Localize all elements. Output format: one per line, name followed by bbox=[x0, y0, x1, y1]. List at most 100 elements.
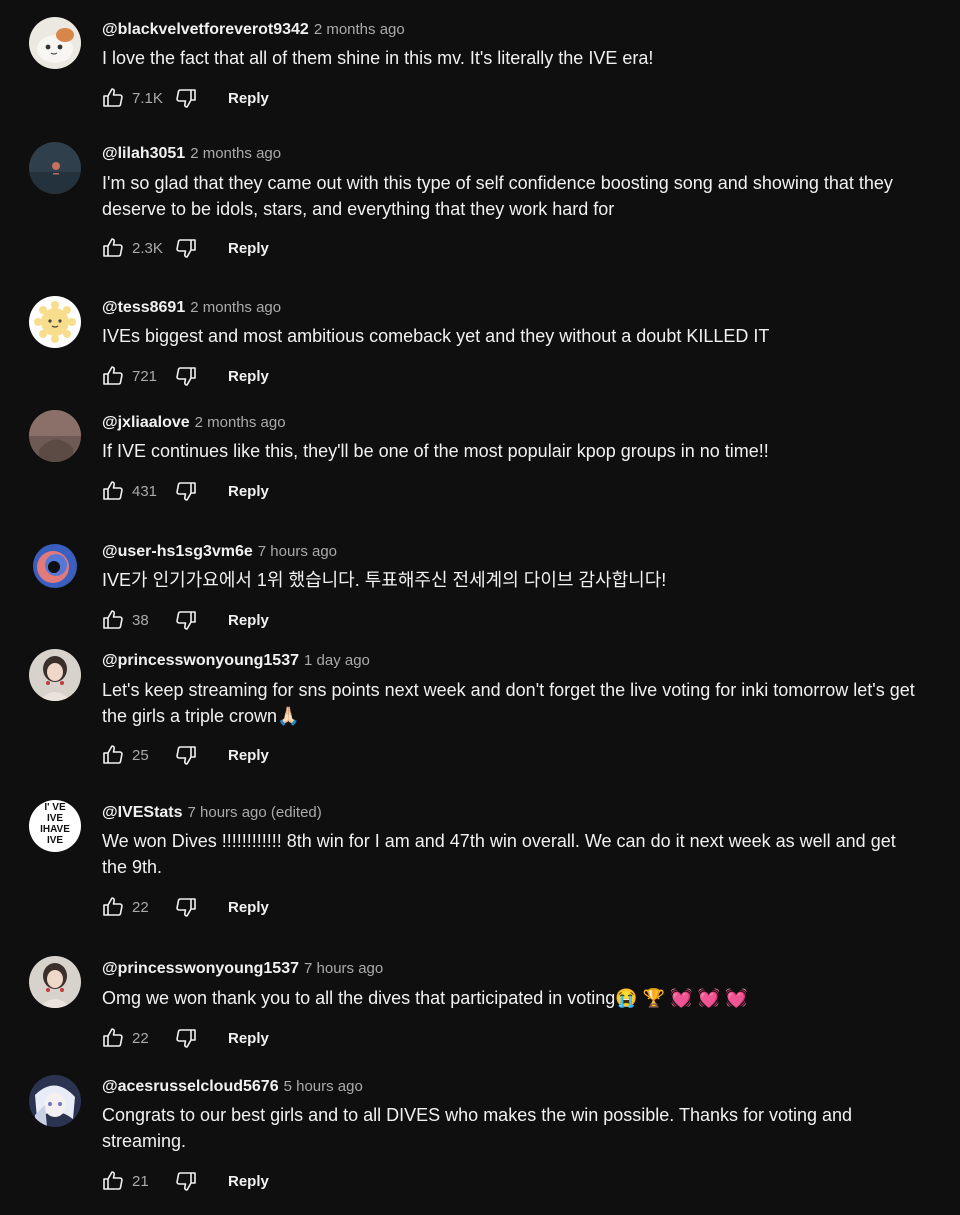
avatar[interactable] bbox=[29, 540, 81, 592]
thumbs-down-icon bbox=[176, 746, 196, 765]
avatar[interactable] bbox=[29, 296, 81, 348]
comment-author[interactable]: @tess8691 bbox=[102, 299, 185, 316]
reply-button[interactable]: Reply bbox=[228, 240, 269, 257]
reply-button[interactable]: Reply bbox=[228, 1173, 269, 1190]
comment-time[interactable]: 7 hours ago bbox=[304, 960, 383, 977]
like-button[interactable] bbox=[99, 741, 127, 769]
comment-time[interactable]: 2 months ago bbox=[190, 299, 281, 316]
swirl-avatar-image bbox=[29, 540, 81, 592]
dislike-button[interactable] bbox=[172, 477, 200, 505]
like-count: 22 bbox=[132, 898, 149, 916]
avatar[interactable] bbox=[29, 17, 81, 69]
comment-author[interactable]: @user-hs1sg3vm6e bbox=[102, 543, 253, 560]
like-count: 431 bbox=[132, 482, 158, 500]
like-button[interactable] bbox=[99, 606, 127, 634]
avatar[interactable] bbox=[29, 410, 81, 462]
avatar-text-line: IVE bbox=[46, 835, 64, 846]
photo-avatar-image bbox=[29, 410, 81, 462]
comment-author[interactable]: @princesswonyoung1537 bbox=[102, 652, 299, 669]
comment-actions: 22 Reply bbox=[99, 892, 269, 922]
comment-emoji: 😭 🏆 💓 💓 💓 bbox=[615, 988, 748, 1008]
comment-header: @tess8691 2 months ago bbox=[102, 298, 281, 318]
comment-time[interactable]: 7 hours ago (edited) bbox=[188, 804, 322, 821]
thumbs-up-icon bbox=[103, 481, 123, 500]
comment-time[interactable]: 2 months ago bbox=[195, 414, 286, 431]
comment-header: @princesswonyoung1537 7 hours ago bbox=[102, 959, 383, 979]
comment-author[interactable]: @acesrusselcloud5676 bbox=[102, 1078, 279, 1095]
thumbs-up-icon bbox=[103, 745, 123, 764]
dislike-button[interactable] bbox=[172, 84, 200, 112]
like-button[interactable] bbox=[99, 1167, 127, 1195]
dislike-button[interactable] bbox=[172, 234, 200, 262]
reply-button[interactable]: Reply bbox=[228, 90, 269, 107]
comment-actions: 7.1K Reply bbox=[99, 83, 269, 113]
ive-text-logo: I' VE IVE IHAVE IVE bbox=[29, 802, 81, 846]
dislike-button[interactable] bbox=[172, 362, 200, 390]
sun-character-avatar-image bbox=[29, 296, 81, 348]
comment-time[interactable]: 7 hours ago bbox=[258, 543, 337, 560]
reply-button[interactable]: Reply bbox=[228, 483, 269, 500]
comment-author[interactable]: @IVEStats bbox=[102, 804, 183, 821]
cat-avatar-image bbox=[29, 17, 81, 69]
thumbs-down-icon bbox=[176, 482, 196, 501]
avatar[interactable]: I' VE IVE IHAVE IVE bbox=[29, 800, 81, 852]
comment-time[interactable]: 2 months ago bbox=[314, 21, 405, 38]
avatar[interactable] bbox=[29, 649, 81, 701]
comment-actions: 38 Reply bbox=[99, 605, 269, 635]
comment-author[interactable]: @blackvelvetforeverot9342 bbox=[102, 21, 309, 38]
comment-author[interactable]: @jxliaalove bbox=[102, 414, 190, 431]
like-button[interactable] bbox=[99, 362, 127, 390]
dislike-button[interactable] bbox=[172, 741, 200, 769]
dislike-button[interactable] bbox=[172, 893, 200, 921]
dislike-button[interactable] bbox=[172, 1167, 200, 1195]
thumbs-up-icon bbox=[103, 1028, 123, 1047]
thumbs-down-icon bbox=[176, 239, 196, 258]
comment-header: @acesrusselcloud5676 5 hours ago bbox=[102, 1077, 363, 1097]
comment-author[interactable]: @princesswonyoung1537 bbox=[102, 960, 299, 977]
reply-button[interactable]: Reply bbox=[228, 612, 269, 629]
thumbs-down-icon bbox=[176, 611, 196, 630]
like-count: 38 bbox=[132, 611, 149, 629]
thumbs-up-icon bbox=[103, 610, 123, 629]
like-count: 25 bbox=[132, 746, 149, 764]
thumbs-down-icon bbox=[176, 89, 196, 108]
thumbs-up-icon bbox=[103, 366, 123, 385]
comment-time[interactable]: 1 day ago bbox=[304, 652, 370, 669]
comment-time[interactable]: 5 hours ago bbox=[284, 1078, 363, 1095]
comment-time[interactable]: 2 months ago bbox=[190, 145, 281, 162]
comment-text: I love the fact that all of them shine i… bbox=[102, 48, 654, 68]
comment-text: Let's keep streaming for sns points next… bbox=[102, 677, 922, 729]
sunset-sea-avatar-image bbox=[29, 142, 81, 194]
avatar[interactable] bbox=[29, 956, 81, 1008]
comment-header: @blackvelvetforeverot9342 2 months ago bbox=[102, 20, 405, 40]
like-button[interactable] bbox=[99, 477, 127, 505]
comment-actions: 25 Reply bbox=[99, 740, 269, 770]
comment-header: @lilah3051 2 months ago bbox=[102, 144, 281, 164]
avatar-text-line: I' VE bbox=[44, 802, 66, 813]
reply-button[interactable]: Reply bbox=[228, 747, 269, 764]
like-button[interactable] bbox=[99, 84, 127, 112]
comment-actions: 22 Reply bbox=[99, 1023, 269, 1053]
avatar-text-line: IVE bbox=[46, 813, 64, 824]
reply-button[interactable]: Reply bbox=[228, 368, 269, 385]
comment-header: @IVEStats 7 hours ago (edited) bbox=[102, 803, 322, 823]
comment-author[interactable]: @lilah3051 bbox=[102, 145, 185, 162]
reply-button[interactable]: Reply bbox=[228, 1030, 269, 1047]
like-button[interactable] bbox=[99, 893, 127, 921]
thumbs-down-icon bbox=[176, 898, 196, 917]
avatar[interactable] bbox=[29, 142, 81, 194]
like-count: 721 bbox=[132, 367, 158, 385]
like-button[interactable] bbox=[99, 234, 127, 262]
reply-button[interactable]: Reply bbox=[228, 899, 269, 916]
like-button[interactable] bbox=[99, 1024, 127, 1052]
comment-header: @princesswonyoung1537 1 day ago bbox=[102, 651, 370, 671]
dislike-button[interactable] bbox=[172, 1024, 200, 1052]
avatar[interactable] bbox=[29, 1075, 81, 1127]
dislike-button[interactable] bbox=[172, 606, 200, 634]
comment-text: I'm so glad that they came out with this… bbox=[102, 173, 893, 219]
thumbs-down-icon bbox=[176, 1029, 196, 1048]
like-count: 2.3K bbox=[132, 239, 163, 257]
comment-text: IVE가 인기가요에서 1위 했습니다. 투표해주신 전세계의 다이브 감사합니… bbox=[102, 570, 667, 590]
thumbs-up-icon bbox=[103, 88, 123, 107]
portrait-avatar-image bbox=[29, 649, 81, 701]
